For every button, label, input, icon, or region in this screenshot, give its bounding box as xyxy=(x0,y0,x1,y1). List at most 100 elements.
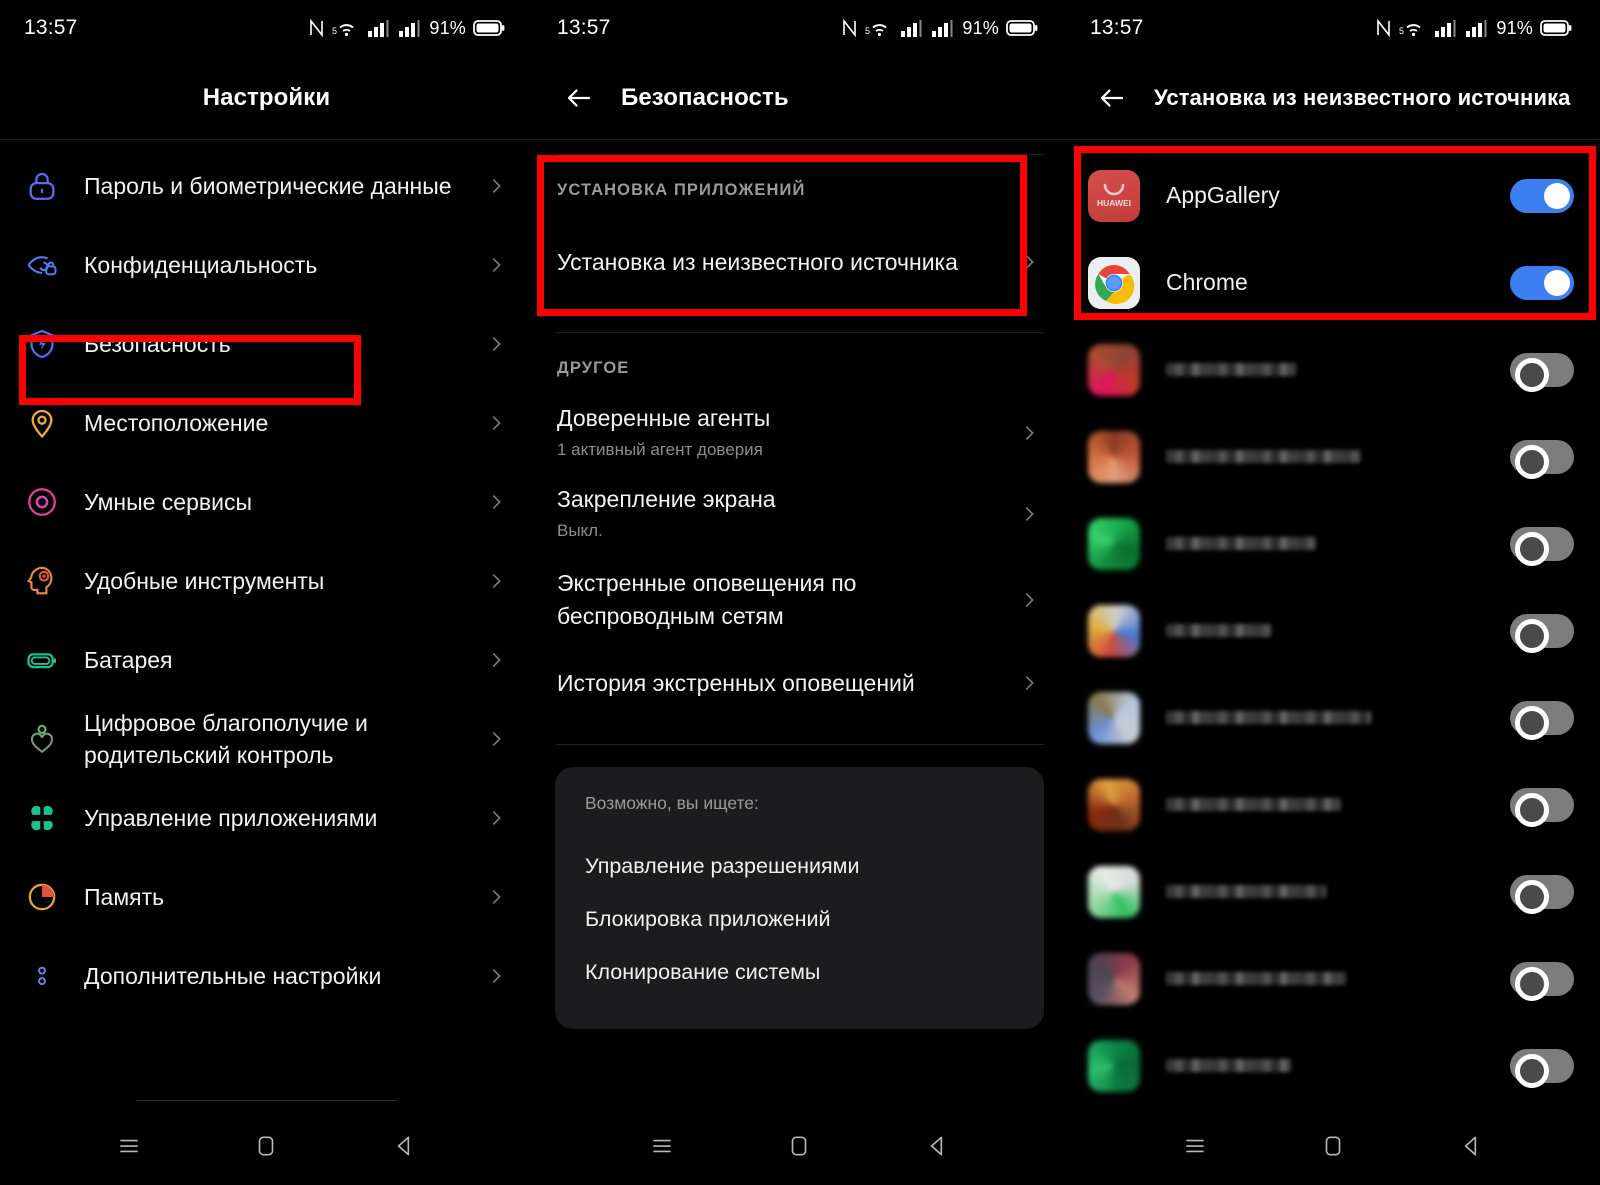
list-item-trusted-agents[interactable]: Доверенные агенты 1 активный агент довер… xyxy=(533,392,1066,473)
back-button[interactable] xyxy=(910,1119,964,1173)
sidebar-item-security[interactable]: Безопасность xyxy=(0,304,533,383)
page-title: Безопасность xyxy=(621,83,789,111)
sidebar-item-battery[interactable]: Батарея xyxy=(0,620,533,699)
sidebar-item-additional-settings[interactable]: Дополнительные настройки xyxy=(0,936,533,1015)
section-header-install: УСТАНОВКА ПРИЛОЖЕНИЙ xyxy=(557,181,806,199)
page-title: Установка из неизвестного источника xyxy=(1154,84,1571,110)
wifi-5g-icon: 5 xyxy=(1399,24,1422,37)
sidebar-item-app-management[interactable]: Управление приложениями xyxy=(0,778,533,857)
sidebar-item-storage[interactable]: Память xyxy=(0,857,533,936)
sidebar-item-label: Пароль и биометрические данные xyxy=(84,172,452,199)
app-bar: Установка из неизвестного источника xyxy=(1066,56,1600,140)
recents-button[interactable] xyxy=(635,1119,689,1173)
chevron-right-icon xyxy=(492,889,501,904)
suggestion-app-lock[interactable]: Блокировка приложений xyxy=(585,893,1014,946)
home-button[interactable] xyxy=(239,1119,293,1173)
nav-bar xyxy=(0,1107,533,1185)
chevron-right-icon xyxy=(492,652,501,667)
back-button[interactable] xyxy=(377,1119,431,1173)
more-dots-icon xyxy=(0,959,84,993)
app-row-blurred[interactable] xyxy=(1066,500,1600,587)
status-icons: 5 91% xyxy=(1375,18,1572,39)
app-row-blurred[interactable] xyxy=(1066,674,1600,761)
heart-person-icon xyxy=(0,722,84,756)
suggestion-permission-manager[interactable]: Управление разрешениями xyxy=(585,840,1014,893)
chevron-right-icon xyxy=(492,810,501,825)
app-toggle[interactable] xyxy=(1510,1048,1574,1088)
app-row-blurred[interactable] xyxy=(1066,1022,1600,1109)
app-row-blurred[interactable] xyxy=(1066,587,1600,674)
sidebar-item-password[interactable]: Пароль и биометрические данные xyxy=(0,146,533,225)
app-toggle[interactable] xyxy=(1510,874,1574,914)
app-row-blurred[interactable] xyxy=(1066,935,1600,1022)
app-name xyxy=(1140,619,1510,642)
app-name xyxy=(1140,532,1510,555)
blurred-app-icon xyxy=(1088,952,1140,1005)
status-time: 13:57 xyxy=(557,16,611,39)
sidebar-item-privacy[interactable]: Конфиденциальность xyxy=(0,225,533,304)
smart-services-icon xyxy=(0,485,84,519)
app-row-chrome[interactable]: Chrome xyxy=(1066,239,1600,326)
chevron-right-icon xyxy=(492,968,501,983)
recents-button[interactable] xyxy=(1168,1119,1222,1173)
app-row-blurred[interactable] xyxy=(1066,413,1600,500)
battery-percent: 91% xyxy=(1496,17,1533,38)
page-title: Настройки xyxy=(202,83,331,111)
list-item-title: Установка из неизвестного источника xyxy=(557,248,958,275)
app-row-appgallery[interactable]: HUAWEI AppGallery xyxy=(1066,152,1600,239)
chevron-right-icon xyxy=(492,257,501,272)
list-item-title: Закрепление экрана xyxy=(557,486,776,512)
app-toggle[interactable] xyxy=(1510,526,1574,566)
app-toggle[interactable] xyxy=(1510,700,1574,740)
app-toggle[interactable] xyxy=(1510,265,1574,300)
nfc-icon xyxy=(1377,18,1391,38)
app-row-blurred[interactable] xyxy=(1066,761,1600,848)
chevron-right-icon xyxy=(492,336,501,351)
app-row-blurred[interactable] xyxy=(1066,326,1600,413)
app-toggle[interactable] xyxy=(1510,352,1574,392)
apps-grid-icon xyxy=(0,801,84,835)
head-tools-icon xyxy=(0,564,84,598)
wifi-5g-icon: 5 xyxy=(865,24,888,37)
app-toggle[interactable] xyxy=(1510,439,1574,479)
home-button[interactable] xyxy=(772,1119,826,1173)
sidebar-item-label: Дополнительные настройки xyxy=(84,962,382,989)
list-item-screen-pinning[interactable]: Закрепление экрана Выкл. xyxy=(533,473,1066,554)
sidebar-item-label: Конфиденциальность xyxy=(84,251,318,278)
app-toggle[interactable] xyxy=(1510,961,1574,1001)
app-row-blurred[interactable] xyxy=(1066,848,1600,935)
sidebar-item-location[interactable]: Местоположение xyxy=(0,383,533,462)
app-toggle[interactable] xyxy=(1510,178,1574,213)
sidebar-item-label: Память xyxy=(84,883,165,910)
svg-text:5: 5 xyxy=(332,26,337,36)
app-name xyxy=(1140,1054,1510,1077)
recents-button[interactable] xyxy=(102,1119,156,1173)
suggestion-system-clone[interactable]: Клонирование системы xyxy=(585,946,1014,999)
sidebar-item-smart-services[interactable]: Умные сервисы xyxy=(0,462,533,541)
app-toggle[interactable] xyxy=(1510,787,1574,827)
app-name: AppGallery xyxy=(1166,182,1280,208)
home-indicator xyxy=(136,1100,397,1101)
list-item-wireless-emergency-alerts[interactable]: Экстренные оповещения по беспроводным се… xyxy=(533,554,1066,646)
sidebar-item-tools[interactable]: Удобные инструменты xyxy=(0,541,533,620)
list-item-install-unknown-source[interactable]: Установка из неизвестного источника xyxy=(533,214,1066,310)
svg-text:5: 5 xyxy=(865,26,870,36)
home-button[interactable] xyxy=(1306,1119,1360,1173)
status-bar: 13:57 5 91% xyxy=(0,0,533,56)
app-name xyxy=(1140,445,1510,468)
back-button[interactable] xyxy=(1444,1119,1498,1173)
back-arrow-icon[interactable] xyxy=(551,70,607,126)
sidebar-item-label: Местоположение xyxy=(84,409,269,436)
svg-text:HUAWEI: HUAWEI xyxy=(1097,198,1131,208)
back-arrow-icon[interactable] xyxy=(1084,70,1140,126)
sidebar-item-label: Управление приложениями xyxy=(84,804,378,831)
app-toggle[interactable] xyxy=(1510,613,1574,653)
battery-icon xyxy=(473,20,505,36)
list-item-emergency-alert-history[interactable]: История экстренных оповещений xyxy=(533,646,1066,720)
app-list: HUAWEI AppGallery Chrome xyxy=(1066,140,1600,1109)
battery-icon xyxy=(1540,20,1572,36)
status-bar: 13:57 5 91% xyxy=(1066,0,1600,56)
chrome-icon xyxy=(1088,256,1140,309)
sidebar-item-digital-wellbeing[interactable]: Цифровое благополучие и родительский кон… xyxy=(0,699,533,778)
settings-list: Пароль и биометрические данные Конфиденц… xyxy=(0,140,533,1015)
